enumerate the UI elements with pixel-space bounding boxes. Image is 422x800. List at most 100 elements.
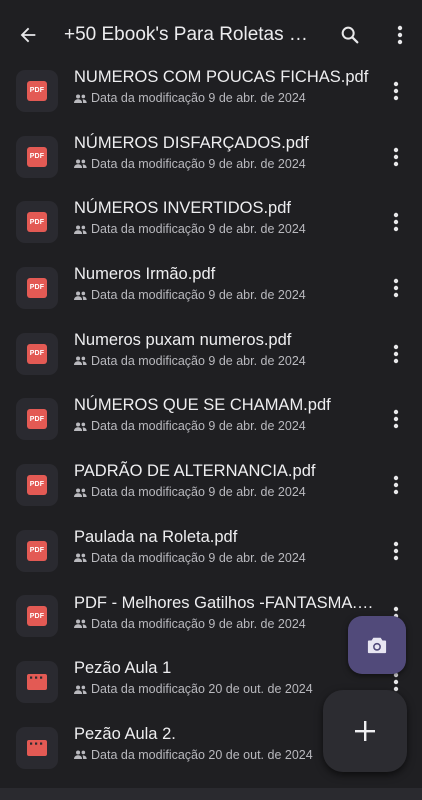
file-thumbnail: PDF — [16, 595, 58, 638]
file-meta: Data da modificação 9 de abr. de 2024 — [74, 91, 378, 105]
file-modified-date: Data da modificação 20 de out. de 2024 — [91, 747, 313, 762]
file-modified-date: Data da modificação 9 de abr. de 2024 — [91, 419, 306, 434]
file-meta: Data da modificação 9 de abr. de 2024 — [74, 617, 378, 631]
more-vert-icon — [393, 344, 399, 363]
file-name: Pezão Aula 1 — [74, 659, 172, 678]
file-thumbnail: PDF — [16, 398, 58, 441]
bottom-strip — [0, 788, 422, 800]
file-more-button[interactable] — [386, 76, 406, 106]
shared-people-icon — [74, 93, 87, 103]
file-name: NÚMEROS DISFARÇADOS.pdf — [74, 133, 309, 152]
file-thumbnail — [16, 726, 58, 769]
pdf-icon: PDF — [27, 540, 47, 561]
more-vert-icon — [393, 147, 399, 166]
search-icon — [341, 26, 359, 44]
file-texts: PADRÃO DE ALTERNANCIA.pdf Data da modifi… — [74, 460, 378, 499]
pdf-icon: PDF — [27, 474, 47, 495]
back-arrow-icon — [20, 27, 36, 43]
file-row[interactable]: PDF NÚMEROS QUE SE CHAMAM.pdf Data da mo… — [0, 386, 422, 452]
file-meta: Data da modificação 9 de abr. de 2024 — [74, 419, 378, 433]
camera-icon — [367, 637, 387, 654]
file-row[interactable]: PDF NÚMEROS INVERTIDOS.pdf Data da modif… — [0, 189, 422, 255]
more-vert-icon — [393, 541, 399, 560]
shared-people-icon — [74, 291, 87, 300]
video-icon — [27, 739, 47, 756]
shared-people-icon — [74, 619, 87, 628]
pdf-icon: PDF — [27, 146, 47, 167]
file-texts: Pezão Aula 1 Data da modificação 20 de o… — [74, 657, 378, 696]
file-more-button[interactable] — [386, 207, 406, 237]
file-row[interactable]: PDF PADRÃO DE ALTERNANCIA.pdf Data da mo… — [0, 452, 422, 518]
shared-people-icon — [74, 159, 87, 169]
pdf-icon: PDF — [27, 212, 47, 233]
file-meta: Data da modificação 9 de abr. de 2024 — [74, 222, 378, 236]
file-meta: Data da modificação 9 de abr. de 2024 — [74, 551, 378, 565]
file-thumbnail: PDF — [16, 529, 58, 572]
file-more-button[interactable] — [386, 339, 406, 369]
file-row[interactable]: PDF NÚMEROS DISFARÇADOS.pdf Data da modi… — [0, 124, 422, 190]
file-thumbnail: PDF — [16, 69, 58, 112]
file-more-button[interactable] — [386, 404, 406, 434]
more-vert-icon — [393, 278, 399, 298]
file-thumbnail: PDF — [16, 266, 58, 309]
search-button[interactable] — [322, 7, 378, 63]
more-vert-icon — [393, 213, 399, 232]
video-icon — [27, 674, 47, 691]
file-modified-date: Data da modificação 9 de abr. de 2024 — [91, 616, 306, 631]
file-modified-date: Data da modificação 9 de abr. de 2024 — [91, 91, 306, 105]
shared-people-icon — [74, 422, 87, 431]
file-row[interactable]: PDF Numeros Irmão.pdf Data da modificaçã… — [0, 255, 422, 321]
shared-people-icon — [74, 685, 87, 694]
file-thumbnail: PDF — [16, 332, 58, 375]
file-name: NÚMEROS INVERTIDOS.pdf — [74, 199, 291, 218]
file-more-button[interactable] — [386, 536, 406, 566]
file-row[interactable]: PDF Numeros puxam numeros.pdf Data da mo… — [0, 321, 422, 387]
scan-camera-button[interactable] — [348, 616, 406, 674]
folder-title: +50 Ebook's Para Roletas e… — [64, 24, 316, 45]
file-name: PDF - Melhores Gatilhos -FANTASMA.pdf — [74, 593, 378, 612]
more-vert-icon — [393, 475, 399, 495]
file-texts: PDF - Melhores Gatilhos -FANTASMA.pdf Da… — [74, 592, 378, 631]
file-more-button[interactable] — [386, 273, 406, 303]
file-name: PADRÃO DE ALTERNANCIA.pdf — [74, 462, 316, 481]
file-name: Numeros Irmão.pdf — [74, 265, 216, 284]
file-texts: NÚMEROS DISFARÇADOS.pdf Data da modifica… — [74, 132, 378, 171]
file-texts: Numeros Irmão.pdf Data da modificação 9 … — [74, 263, 378, 302]
file-meta: Data da modificação 9 de abr. de 2024 — [74, 288, 378, 302]
file-modified-date: Data da modificação 20 de out. de 2024 — [91, 682, 313, 697]
file-texts: NÚMEROS COM POUCAS FICHAS.pdf Data da mo… — [74, 66, 378, 105]
file-more-button[interactable] — [386, 142, 406, 172]
file-thumbnail: PDF — [16, 201, 58, 244]
file-modified-date: Data da modificação 9 de abr. de 2024 — [91, 156, 306, 171]
more-vert-icon — [393, 81, 399, 101]
more-vert-icon — [393, 410, 399, 429]
file-texts: Numeros puxam numeros.pdf Data da modifi… — [74, 329, 378, 368]
pdf-icon: PDF — [27, 606, 47, 627]
file-name: Numeros puxam numeros.pdf — [74, 330, 292, 349]
pdf-icon: PDF — [27, 80, 47, 101]
file-texts: Paulada na Roleta.pdf Data da modificaçã… — [74, 526, 378, 565]
shared-people-icon — [74, 488, 87, 497]
shared-people-icon — [74, 553, 87, 563]
pdf-icon: PDF — [27, 343, 47, 364]
new-item-button[interactable] — [323, 690, 407, 772]
more-options-button[interactable] — [378, 7, 422, 63]
file-thumbnail — [16, 661, 58, 704]
file-more-button[interactable] — [386, 470, 406, 500]
shared-people-icon — [74, 750, 87, 760]
more-vert-icon — [397, 25, 403, 45]
file-modified-date: Data da modificação 9 de abr. de 2024 — [91, 353, 306, 368]
file-meta: Data da modificação 9 de abr. de 2024 — [74, 485, 378, 499]
file-thumbnail: PDF — [16, 135, 58, 178]
file-texts: NÚMEROS QUE SE CHAMAM.pdf Data da modifi… — [74, 394, 378, 433]
top-app-bar: +50 Ebook's Para Roletas e… — [0, 0, 422, 70]
file-modified-date: Data da modificação 9 de abr. de 2024 — [91, 485, 306, 500]
back-button[interactable] — [0, 7, 56, 63]
file-row[interactable]: PDF Paulada na Roleta.pdf Data da modifi… — [0, 518, 422, 584]
file-meta: Data da modificação 9 de abr. de 2024 — [74, 157, 378, 171]
plus-icon — [355, 721, 375, 741]
shared-people-icon — [74, 225, 87, 234]
file-modified-date: Data da modificação 9 de abr. de 2024 — [91, 288, 306, 303]
shared-people-icon — [74, 356, 87, 366]
file-texts: NÚMEROS INVERTIDOS.pdf Data da modificaç… — [74, 197, 378, 236]
